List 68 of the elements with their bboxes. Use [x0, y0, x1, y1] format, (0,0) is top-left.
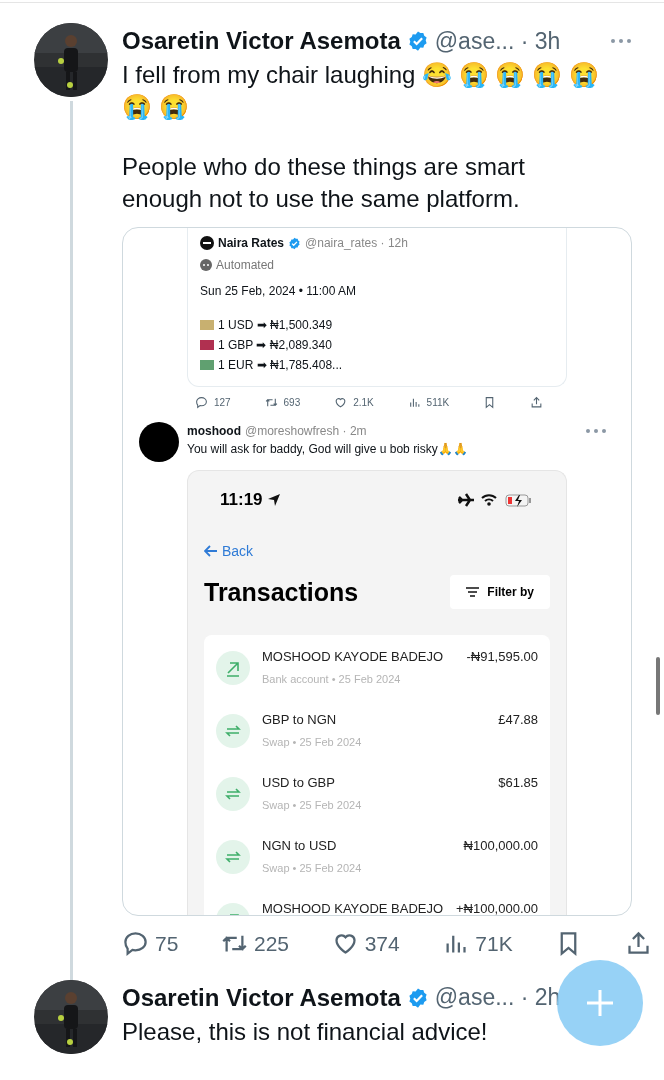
author-name[interactable]: Osaretin Victor Asemota [122, 979, 401, 1016]
transaction-row[interactable]: MOSHOOD KAYODE BADEJO +₦100,000.00 [216, 899, 538, 915]
transaction-name: MOSHOOD KAYODE BADEJO [262, 900, 444, 915]
transaction-meta: Swap • 25 Feb 2024 [262, 734, 363, 750]
location-arrow-icon [266, 492, 281, 507]
author-name[interactable]: Osaretin Victor Asemota [122, 23, 401, 59]
transaction-amount: -₦91,595.00 [466, 648, 538, 666]
reply-icon[interactable] [195, 396, 208, 409]
screen-title: Transactions [204, 576, 359, 608]
author-name: moshood [187, 423, 241, 440]
tweet-text: Please, this is not financial advice! [122, 1016, 489, 1047]
back-button[interactable]: Back [204, 540, 254, 562]
more-icon[interactable] [585, 428, 607, 434]
transaction-amount: $61.85 [498, 774, 538, 792]
tweet-image[interactable] [122, 227, 632, 916]
swap-icon [216, 714, 250, 748]
swap-icon [216, 840, 250, 874]
transaction-row[interactable]: NGN to USD Swap • 25 Feb 2024 ₦100,000.00 [216, 836, 538, 876]
naira-logo-icon [200, 236, 214, 250]
back-arrow-icon [204, 545, 218, 557]
action-count: 75 [155, 931, 179, 957]
transaction-meta: Swap • 25 Feb 2024 [262, 797, 363, 813]
action-count: 127 [214, 396, 231, 410]
tweet-meta: @naira_rates · 12h [305, 235, 408, 252]
transaction-row[interactable]: MOSHOOD KAYODE BADEJO Bank account • 25 Feb 2024 -₦91,595.00 [216, 647, 538, 687]
action-count: 2.1K [353, 396, 374, 410]
action-count: 71K [475, 931, 513, 957]
share-icon[interactable] [529, 396, 543, 409]
action-count: 511K [426, 396, 450, 410]
reply-icon[interactable] [122, 930, 149, 958]
rate-line: 1 GBP ➡ ₦2,089.340 [218, 337, 332, 354]
transaction-meta: Swap • 25 Feb 2024 [262, 860, 363, 876]
automated-label: Automated [216, 257, 275, 274]
transaction-name: MOSHOOD KAYODE BADEJO [262, 648, 445, 666]
robot-icon [200, 259, 212, 271]
views-icon[interactable] [407, 396, 421, 409]
tweet-meta: @ase... · 2h [434, 983, 561, 1013]
transaction-meta: Bank account • 25 Feb 2024 [262, 671, 402, 687]
tweet-meta: @moreshowfresh · 2m [245, 423, 367, 440]
more-icon[interactable] [610, 38, 632, 44]
avatar-icon [139, 422, 179, 462]
filter-icon [466, 587, 480, 598]
scrollbar-icon [656, 657, 660, 715]
tweet-text: I fell from my chair laughing 😂 😭 😭 😭 😭 😭 😭 [122, 60, 600, 122]
transaction-amount: ₦100,000.00 [463, 837, 538, 855]
swap-icon [216, 777, 250, 811]
heart-icon[interactable] [334, 396, 348, 409]
transaction-name: GBP to NGN [262, 711, 338, 729]
tweet-text: You will ask for baddy, God will give u bob risky🙏🙏 [187, 441, 469, 458]
transaction-name: NGN to USD [262, 837, 338, 855]
tweet-text: Sun 25 Feb, 2024 • 11:00 AM [200, 283, 358, 300]
transaction-row[interactable]: GBP to NGN Swap • 25 Feb 2024 £47.88 [216, 710, 538, 750]
rate-line: 1 EUR ➡ ₦1,785.408... [218, 357, 343, 374]
action-count: 693 [283, 396, 301, 410]
filter-button[interactable]: Filter by [450, 575, 550, 610]
transaction-amount: +₦100,000.00 [455, 900, 538, 915]
rate-line: 1 USD ➡ ₦1,500.349 [218, 317, 333, 334]
tweet-meta: @ase... · 3h [434, 26, 561, 56]
transaction-name: USD to GBP [262, 774, 336, 792]
transaction-row[interactable]: USD to GBP Swap • 25 Feb 2024 $61.85 [216, 773, 538, 813]
action-count: 374 [364, 931, 400, 957]
author-name: Naira Rates [218, 235, 285, 252]
tweet-text: People who do these things are smart enough not to use the same platform. [122, 152, 526, 214]
transaction-amount: £47.88 [498, 711, 538, 729]
retweet-icon[interactable] [264, 396, 278, 409]
action-count: 225 [254, 931, 290, 957]
status-time: 11:19 [220, 489, 263, 511]
plus-icon [585, 988, 615, 1018]
